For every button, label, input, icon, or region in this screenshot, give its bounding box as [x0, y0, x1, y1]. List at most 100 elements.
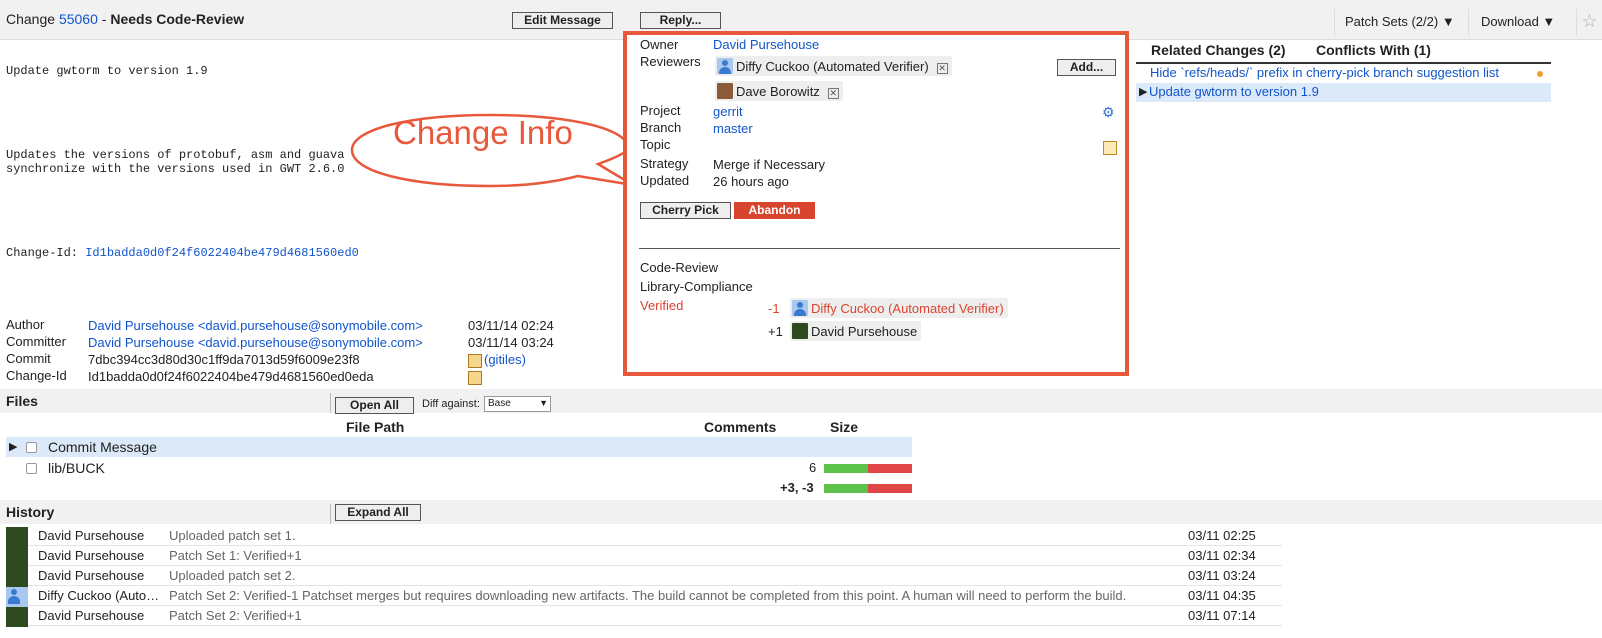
reviewer-chip[interactable]: Diffy Cuckoo (Automated Verifier) ✕ [715, 56, 952, 76]
commit-change-id-label: Change-Id: [6, 246, 86, 260]
history-row[interactable]: David Pursehouse Uploaded patch set 1. 0… [6, 526, 1282, 547]
change-id-value: Id1badda0d0f24f6022404be479d4681560ed0ed… [88, 369, 374, 384]
strategy-label: Strategy [640, 156, 689, 171]
commit-sha: 7dbc394cc3d80d30c1ff9da7013d59f6009e23f8 [88, 352, 360, 367]
history-date: 03/11 02:25 [1188, 528, 1256, 543]
voter-chip[interactable]: David Pursehouse [790, 321, 922, 341]
code-review-label: Code-Review [640, 260, 719, 275]
chevron-down-icon: ▼ [539, 398, 548, 408]
author-link[interactable]: David Pursehouse <david.pursehouse@sonym… [88, 318, 423, 333]
star-icon[interactable]: ☆ [1576, 9, 1602, 36]
history-title: History [6, 504, 55, 520]
branch-link[interactable]: master [713, 121, 753, 136]
tab-conflicts-with[interactable]: Conflicts With (1) [1316, 42, 1431, 58]
total-delta: +3, -3 [780, 480, 814, 495]
committer-date: 03/11/14 03:24 [468, 335, 554, 350]
branch-label: Branch [640, 120, 682, 135]
committer-label: Committer [6, 334, 66, 349]
edit-message-button[interactable]: Edit Message [512, 12, 613, 29]
related-item-current[interactable]: ▶ Update gwtorm to version 1.9 [1136, 83, 1551, 102]
remove-reviewer-icon[interactable]: ✕ [827, 88, 839, 99]
copy-icon[interactable] [468, 371, 482, 385]
history-date: 03/11 02:34 [1188, 548, 1256, 563]
voter-chip[interactable]: Diffy Cuckoo (Automated Verifier) [790, 298, 1008, 318]
file-checkbox[interactable] [26, 463, 37, 474]
commit-label: Commit [6, 351, 51, 366]
vote-score: +1 [768, 324, 783, 339]
author-date: 03/11/14 02:24 [468, 318, 554, 333]
related-item-label: Update gwtorm to version 1.9 [1149, 84, 1319, 99]
diff-against-value: Base [488, 398, 511, 409]
owner-link[interactable]: David Pursehouse [713, 37, 819, 52]
patch-sets-menu[interactable]: Patch Sets (2/2) ▼ [1334, 9, 1466, 36]
avatar [6, 607, 28, 627]
change-number-link[interactable]: 55060 [59, 11, 98, 27]
avatar [792, 300, 808, 316]
history-date: 03/11 03:24 [1188, 568, 1256, 583]
avatar [6, 527, 28, 547]
triangle-right-icon: ▶ [9, 441, 18, 453]
change-status: Needs Code-Review [110, 11, 245, 27]
file-checkbox[interactable] [26, 442, 37, 453]
commit-change-id-line: Change-Id: Id1badda0d0f24f6022404be479d4… [6, 246, 438, 260]
history-row[interactable]: David Pursehouse Uploaded patch set 2. 0… [6, 566, 1282, 587]
history-message: Patch Set 2: Verified-1 Patchset merges … [169, 588, 1127, 603]
project-link[interactable]: gerrit [713, 104, 743, 119]
divider [639, 248, 1120, 249]
table-row[interactable]: lib/BUCK 6 [6, 458, 912, 478]
avatar [6, 567, 28, 587]
deleted-bar [868, 484, 912, 493]
diff-against-select[interactable]: Base ▼ [484, 396, 551, 412]
file-path: Commit Message [48, 439, 157, 455]
file-size: 6 [809, 460, 817, 475]
history-row[interactable]: Diffy Cuckoo (Automated Verifier) Patch … [6, 586, 1282, 607]
divider [330, 393, 331, 413]
strategy-value: Merge if Necessary [713, 157, 825, 172]
table-row[interactable]: ▶ Commit Message [6, 437, 912, 457]
history-row[interactable]: David Pursehouse Patch Set 2: Verified+1… [6, 606, 1282, 627]
cherry-pick-button[interactable]: Cherry Pick [640, 202, 731, 219]
project-label: Project [640, 103, 681, 118]
library-compliance-label: Library-Compliance [640, 279, 753, 294]
change-id-label: Change-Id [6, 368, 67, 383]
table-total-row: +3, -3 [6, 478, 912, 498]
added-bar [824, 484, 868, 493]
reply-button[interactable]: Reply... [640, 12, 721, 29]
committer-link[interactable]: David Pursehouse <david.pursehouse@sonym… [88, 335, 423, 350]
col-size: Size [830, 419, 859, 435]
history-message: Patch Set 2: Verified+1 [169, 608, 302, 623]
history-row[interactable]: David Pursehouse Patch Set 1: Verified+1… [6, 546, 1282, 567]
tab-related-changes[interactable]: Related Changes (2) [1151, 42, 1286, 58]
gitiles-link[interactable]: (gitiles) [484, 352, 526, 367]
updated-label: Updated [640, 173, 690, 188]
reviewer-name: Dave Borowitz [736, 84, 820, 99]
related-tabs: Related Changes (2) Conflicts With (1) [1136, 40, 1551, 64]
added-bar [824, 464, 868, 473]
avatar [717, 58, 733, 74]
gear-icon[interactable]: ⚙ [1102, 104, 1115, 121]
add-reviewer-button[interactable]: Add... [1057, 59, 1116, 76]
commit-change-id-link[interactable]: Id1badda0d0f24f6022404be479d4681560ed0 [85, 246, 359, 260]
change-label: Change [6, 11, 56, 27]
copy-icon[interactable] [468, 354, 482, 368]
history-author: David Pursehouse [38, 568, 145, 583]
download-menu[interactable]: Download ▼ [1468, 9, 1574, 36]
author-label: Author [6, 317, 45, 332]
open-all-button[interactable]: Open All [335, 397, 414, 414]
related-item[interactable]: Hide `refs/heads/` prefix in cherry-pick… [1150, 65, 1499, 80]
history-author: David Pursehouse [38, 608, 145, 623]
vote-score: -1 [768, 301, 780, 316]
divider [330, 504, 331, 524]
history-message: Uploaded patch set 2. [169, 568, 296, 583]
file-path: lib/BUCK [48, 460, 105, 476]
reviewers-label: Reviewers [640, 54, 701, 69]
edit-topic-icon[interactable] [1103, 141, 1117, 155]
history-author: Diffy Cuckoo (Automated Verifier) [38, 588, 162, 603]
reviewer-chip[interactable]: Dave Borowitz ✕ [715, 81, 843, 101]
remove-reviewer-icon[interactable]: ✕ [936, 63, 948, 74]
history-date: 03/11 07:14 [1188, 608, 1256, 623]
owner-label: Owner [640, 37, 679, 52]
expand-all-button[interactable]: Expand All [335, 504, 421, 521]
abandon-button[interactable]: Abandon [734, 202, 815, 219]
files-section-bar: Files Open All Diff against: Base ▼ [0, 389, 1602, 414]
